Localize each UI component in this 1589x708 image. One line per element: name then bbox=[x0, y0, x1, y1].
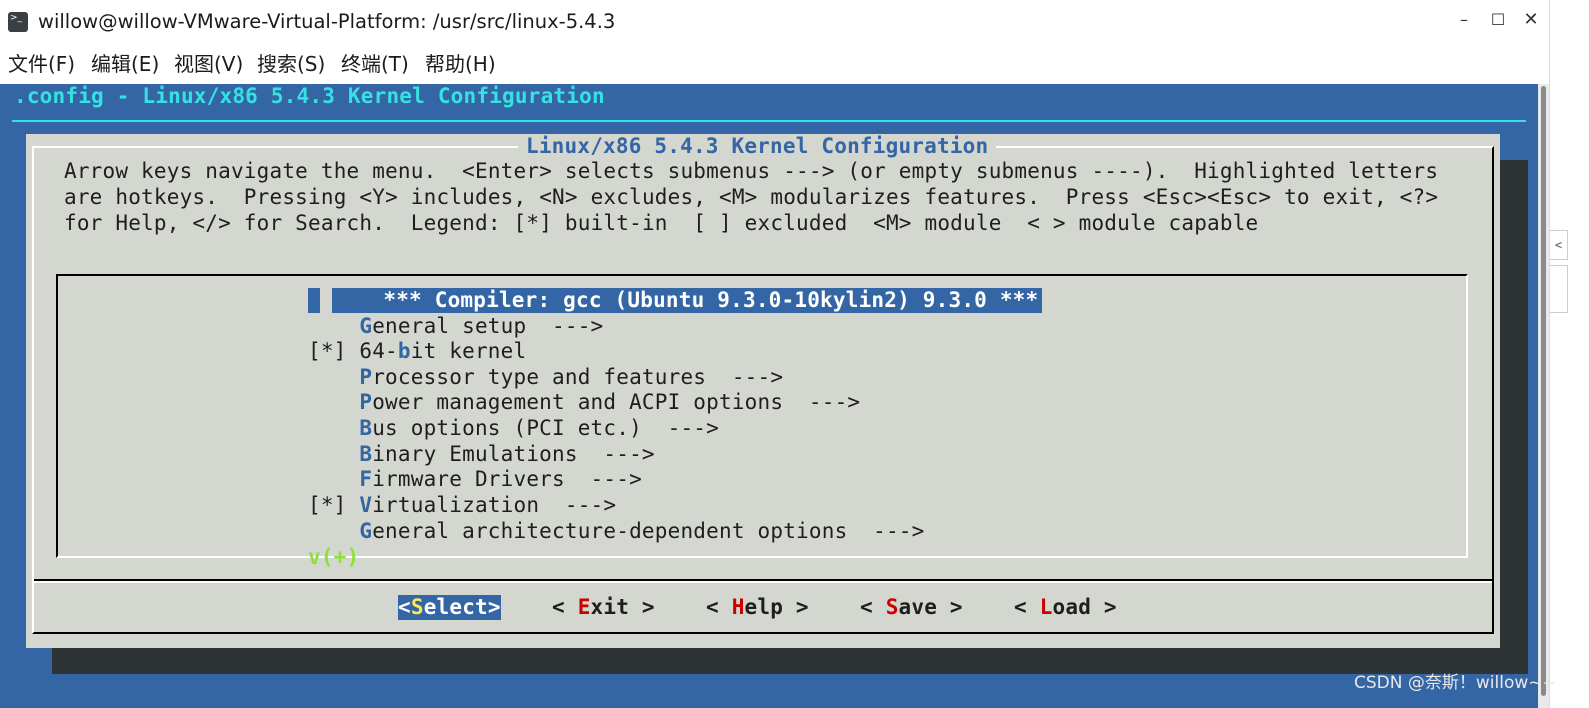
menu-entry-power-management[interactable]: Power management and ACPI options ---> bbox=[308, 390, 860, 415]
button-hotkey: E bbox=[578, 595, 591, 619]
button-hotkey: S bbox=[411, 595, 424, 619]
entry-label: it kernel bbox=[411, 339, 527, 363]
entry-hotkey: G bbox=[359, 519, 372, 543]
minimize-button[interactable]: – bbox=[1452, 8, 1476, 32]
load-button[interactable]: < Load > bbox=[1014, 595, 1117, 620]
entry-hotkey: B bbox=[359, 416, 372, 440]
entry-label: eneral setup ---> bbox=[372, 314, 603, 338]
collapse-chevron-icon[interactable]: < bbox=[1550, 230, 1568, 260]
config-header: .config - Linux/x86 5.4.3 Kernel Configu… bbox=[14, 84, 605, 109]
button-bracket: < bbox=[552, 595, 578, 619]
entry-prefix bbox=[308, 314, 359, 338]
text-cursor bbox=[320, 288, 332, 313]
terminal-icon: >_ bbox=[8, 12, 28, 32]
window-titlebar: >_ willow@willow-VMware-Virtual-Platform… bbox=[0, 0, 1549, 42]
menu-entry-processor-type[interactable]: Processor type and features ---> bbox=[308, 365, 783, 390]
menu-help[interactable]: 帮助(H) bbox=[425, 48, 496, 77]
menu-entry-64bit-kernel[interactable]: [*] 64-bit kernel bbox=[308, 339, 526, 364]
button-hotkey: H bbox=[732, 595, 745, 619]
button-label: oad bbox=[1053, 595, 1092, 619]
entry-hotkey: V bbox=[359, 493, 372, 517]
help-text-line: are hotkeys. Pressing <Y> includes, <N> … bbox=[64, 185, 1438, 210]
menu-entry-label: *** Compiler: gcc (Ubuntu 9.3.0-10kylin2… bbox=[383, 288, 1038, 312]
entry-prefix bbox=[308, 365, 359, 389]
menuconfig-dialog: Linux/x86 5.4.3 Kernel Configuration Arr… bbox=[26, 134, 1500, 648]
entry-prefix: [*] bbox=[308, 493, 359, 517]
entry-label: us options (PCI etc.) ---> bbox=[372, 416, 719, 440]
menu-entry-binary-emulations[interactable]: Binary Emulations ---> bbox=[308, 442, 655, 467]
menu-view[interactable]: 视图(V) bbox=[174, 48, 243, 77]
header-rule bbox=[12, 120, 1526, 122]
entry-label: irtualization ---> bbox=[372, 493, 616, 517]
button-bracket: < bbox=[1014, 595, 1040, 619]
menu-entry-virtualization[interactable]: [*] Virtualization ---> bbox=[308, 493, 616, 518]
menu-entry-general-setup[interactable]: General setup ---> bbox=[308, 314, 603, 339]
menu-entry-bus-options[interactable]: Bus options (PCI etc.) ---> bbox=[308, 416, 719, 441]
entry-hotkey: P bbox=[359, 365, 372, 389]
entry-label: rocessor type and features ---> bbox=[372, 365, 783, 389]
menu-entry-general-arch[interactable]: General architecture-dependent options -… bbox=[308, 519, 924, 544]
button-bracket: < bbox=[860, 595, 886, 619]
menu-edit[interactable]: 编辑(E) bbox=[91, 48, 159, 77]
side-panel-strip: < bbox=[1549, 0, 1589, 708]
help-button[interactable]: < Help > bbox=[706, 595, 809, 620]
watermark: CSDN @奈斯！willow~~ bbox=[1354, 668, 1557, 693]
entry-prefix: [*] 64- bbox=[308, 339, 398, 363]
button-bracket: < bbox=[398, 595, 411, 619]
button-bracket: > bbox=[1091, 595, 1117, 619]
button-label: ave bbox=[899, 595, 938, 619]
entry-prefix bbox=[308, 467, 359, 491]
entry-prefix bbox=[308, 442, 359, 466]
entry-prefix bbox=[308, 416, 359, 440]
entry-label: inary Emulations ---> bbox=[372, 442, 655, 466]
button-bracket: > bbox=[629, 595, 655, 619]
button-hotkey: S bbox=[886, 595, 899, 619]
menu-entry-firmware-drivers[interactable]: Firmware Drivers ---> bbox=[308, 467, 642, 492]
entry-label: ower management and ACPI options ---> bbox=[372, 390, 860, 414]
entry-label: irmware Drivers ---> bbox=[372, 467, 642, 491]
save-button[interactable]: < Save > bbox=[860, 595, 963, 620]
button-label: elect bbox=[424, 595, 488, 619]
terminal-view[interactable]: .config - Linux/x86 5.4.3 Kernel Configu… bbox=[0, 84, 1538, 708]
scroll-more-indicator: v(+) bbox=[308, 545, 359, 570]
close-button[interactable]: ✕ bbox=[1519, 8, 1543, 32]
button-bracket: > bbox=[488, 595, 501, 619]
entry-hotkey: G bbox=[359, 314, 372, 338]
button-bracket: > bbox=[783, 595, 809, 619]
help-text-line: Arrow keys navigate the menu. <Enter> se… bbox=[64, 159, 1438, 184]
terminal-scrollbar-thumb[interactable] bbox=[1541, 86, 1546, 696]
window-title: willow@willow-VMware-Virtual-Platform: /… bbox=[38, 10, 615, 33]
entry-prefix bbox=[308, 519, 359, 543]
entry-prefix bbox=[308, 390, 359, 414]
exit-button[interactable]: < Exit > bbox=[552, 595, 655, 620]
button-bracket: < bbox=[706, 595, 732, 619]
select-button[interactable]: <Select> bbox=[398, 595, 501, 620]
side-tab[interactable] bbox=[1550, 265, 1568, 313]
button-hotkey: L bbox=[1040, 595, 1053, 619]
button-label: elp bbox=[745, 595, 784, 619]
help-text-line: for Help, </> for Search. Legend: [*] bu… bbox=[64, 211, 1258, 236]
menu-list-box bbox=[56, 274, 1468, 558]
menubar: 文件(F) 编辑(E) 视图(V) 搜索(S) 终端(T) 帮助(H) bbox=[0, 42, 1549, 82]
entry-hotkey: b bbox=[398, 339, 411, 363]
menu-search[interactable]: 搜索(S) bbox=[257, 48, 325, 77]
entry-hotkey: P bbox=[359, 390, 372, 414]
menu-terminal[interactable]: 终端(T) bbox=[341, 48, 409, 77]
entry-hotkey: F bbox=[359, 467, 372, 491]
menu-file[interactable]: 文件(F) bbox=[8, 48, 75, 77]
button-label: xit bbox=[591, 595, 630, 619]
dialog-title: Linux/x86 5.4.3 Kernel Configuration bbox=[518, 134, 996, 159]
entry-label: eneral architecture-dependent options --… bbox=[372, 519, 924, 543]
maximize-button[interactable]: ☐ bbox=[1486, 8, 1510, 32]
button-bracket: > bbox=[937, 595, 963, 619]
dialog-separator bbox=[34, 581, 1492, 583]
entry-hotkey: B bbox=[359, 442, 372, 466]
menu-entry-compiler[interactable]: *** Compiler: gcc (Ubuntu 9.3.0-10kylin2… bbox=[308, 288, 1042, 313]
